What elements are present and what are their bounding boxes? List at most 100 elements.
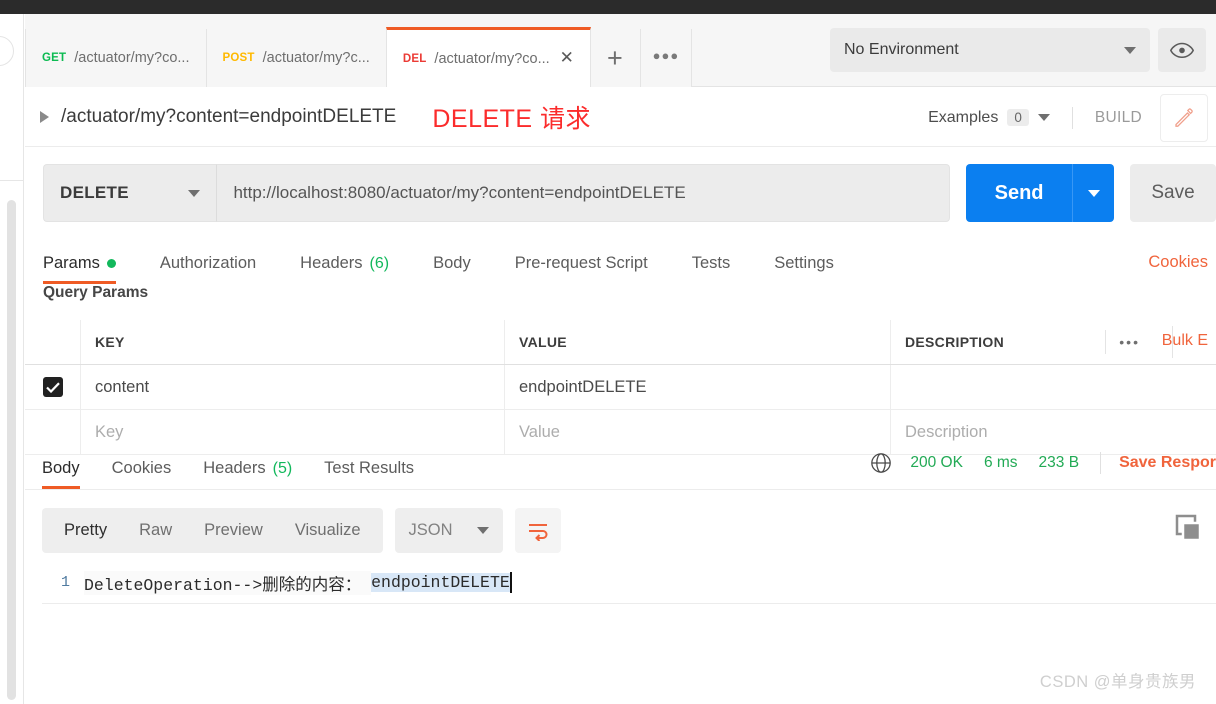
tab-label: Pre-request Script	[514, 254, 648, 272]
environment-label: No Environment	[844, 41, 959, 58]
response-time: 6 ms	[983, 454, 1018, 471]
response-meta: 200 OK 6 ms 233 B Save Respor	[870, 452, 1216, 474]
postman-window: GET /actuator/my?co... POST /actuator/my…	[0, 0, 1216, 704]
text-cursor	[509, 572, 512, 593]
tab-name-label: /actuator/my?co...	[74, 50, 190, 66]
globe-icon	[871, 453, 892, 473]
tab-tests[interactable]: Tests	[692, 243, 731, 284]
new-tab-button[interactable]: +	[589, 29, 641, 87]
response-format-selector[interactable]: JSON	[394, 508, 503, 553]
request-tabs-container: GET /actuator/my?co... POST /actuator/my…	[25, 14, 692, 87]
view-mode-preview[interactable]: Preview	[188, 521, 279, 540]
environment-quick-look-button[interactable]	[1158, 28, 1206, 72]
response-tab-headers[interactable]: Headers (5)	[203, 448, 292, 489]
request-title-actions: Examples 0 BUILD	[928, 88, 1216, 147]
tab-authorization[interactable]: Authorization	[160, 243, 256, 284]
checkmark-icon	[45, 381, 60, 393]
sidebar-divider	[0, 180, 24, 181]
header-checkbox-cell	[25, 320, 81, 364]
tab-label: Body	[42, 459, 80, 477]
response-view-controls: Pretty Raw Preview Visualize JSON	[42, 508, 561, 553]
tab-name-label: /actuator/my?c...	[262, 50, 370, 66]
tab-pre-request-script[interactable]: Pre-request Script	[515, 243, 648, 284]
tab-label: Settings	[774, 254, 834, 272]
response-size: 233 B	[1038, 454, 1080, 471]
tab-label: Test Results	[324, 459, 415, 477]
response-tab-test-results[interactable]: Test Results	[324, 448, 414, 489]
wrap-lines-button[interactable]	[514, 508, 561, 553]
request-path-title: /actuator/my?content=endpointDELETE	[61, 106, 397, 127]
http-method-selector[interactable]: DELETE	[43, 164, 217, 222]
response-status: 200 OK	[910, 454, 963, 471]
sidebar-scrollbar[interactable]	[7, 200, 16, 700]
window-titlebar	[0, 0, 1216, 14]
view-mode-pretty[interactable]: Pretty	[48, 521, 123, 540]
tab-label: Headers	[300, 254, 363, 272]
save-response-link[interactable]: Save Respor	[1119, 454, 1216, 472]
param-key-input[interactable]: content	[81, 365, 505, 409]
query-params-section-label: Query Params	[43, 284, 149, 301]
chevron-down-icon	[476, 527, 489, 534]
divider	[1100, 452, 1102, 474]
divider	[1071, 106, 1073, 129]
url-bar: DELETE http://localhost:8080/actuator/my…	[25, 147, 1216, 239]
tab-label: Authorization	[159, 254, 257, 272]
param-enabled-checkbox[interactable]	[42, 377, 63, 397]
tab-label: Body	[433, 254, 471, 272]
view-mode-visualize[interactable]: Visualize	[279, 521, 377, 540]
environment-selector[interactable]: No Environment	[830, 28, 1150, 72]
pencil-icon	[1175, 107, 1193, 127]
query-params-table: KEY VALUE DESCRIPTION content endpointDE…	[25, 320, 1216, 455]
request-tab-delete[interactable]: DEL /actuator/my?co... ✕	[385, 27, 591, 87]
close-icon[interactable]: ✕	[560, 50, 574, 67]
line-number: 1	[60, 574, 70, 591]
tab-label: Cookies	[111, 459, 172, 477]
param-value-input[interactable]: endpointDELETE	[505, 365, 891, 409]
header-description: DESCRIPTION	[905, 334, 1004, 350]
view-mode-raw[interactable]: Raw	[123, 521, 188, 540]
tab-params[interactable]: Params	[43, 243, 116, 284]
sidebar-avatar-circle	[0, 36, 14, 66]
examples-dropdown[interactable]: Examples 0	[928, 109, 1050, 127]
response-format-label: JSON	[408, 521, 453, 539]
tab-label: Headers	[203, 459, 266, 477]
row-checkbox-cell	[25, 365, 81, 409]
send-button[interactable]: Send	[966, 164, 1073, 222]
param-description-input[interactable]	[891, 365, 1216, 409]
header-key: KEY	[81, 320, 505, 364]
watermark: CSDN @单身贵族男	[1039, 673, 1196, 691]
response-headers-count: (5)	[272, 459, 293, 477]
response-tab-body[interactable]: Body	[42, 448, 80, 489]
save-button[interactable]: Save	[1130, 164, 1216, 222]
cookies-link[interactable]: Cookies	[1148, 253, 1208, 272]
table-row: content endpointDELETE	[25, 365, 1216, 410]
request-tab-get[interactable]: GET /actuator/my?co...	[25, 29, 207, 87]
tab-method-label: POST	[222, 52, 255, 64]
response-body-text[interactable]: DeleteOperation-->删除的内容： endpointDELETE	[84, 570, 512, 595]
url-input[interactable]: http://localhost:8080/actuator/my?conten…	[216, 164, 950, 222]
send-options-button[interactable]	[1073, 164, 1114, 222]
examples-label: Examples	[928, 108, 999, 126]
request-title-row: /actuator/my?content=endpointDELETE DELE…	[25, 88, 1216, 147]
tab-label: Tests	[691, 254, 731, 272]
send-button-group: Send	[965, 164, 1114, 222]
response-body-line: 1 DeleteOperation-->删除的内容： endpointDELET…	[42, 562, 1216, 604]
tab-body[interactable]: Body	[433, 243, 471, 284]
tab-name-label: /actuator/my?co...	[434, 50, 550, 67]
http-method-label: DELETE	[60, 183, 129, 202]
body-text-selected: endpointDELETE	[371, 573, 510, 592]
chevron-down-icon	[1087, 189, 1100, 197]
chevron-down-icon	[1124, 46, 1136, 54]
request-section-tabs: Params Authorization Headers (6) Body Pr…	[25, 243, 1216, 286]
tab-settings[interactable]: Settings	[774, 243, 834, 284]
edit-request-button[interactable]	[1160, 93, 1208, 142]
request-tab-post[interactable]: POST /actuator/my?c...	[205, 29, 387, 87]
response-tab-cookies[interactable]: Cookies	[112, 448, 172, 489]
tab-options-icon[interactable]: ●●●	[640, 29, 692, 87]
table-header-row: KEY VALUE DESCRIPTION	[25, 320, 1216, 365]
params-modified-dot-icon	[106, 259, 116, 268]
copy-response-button[interactable]	[1170, 512, 1204, 551]
environment-controls: No Environment	[830, 28, 1206, 72]
expand-triangle-icon[interactable]	[40, 111, 49, 123]
tab-headers[interactable]: Headers (6)	[300, 243, 389, 284]
